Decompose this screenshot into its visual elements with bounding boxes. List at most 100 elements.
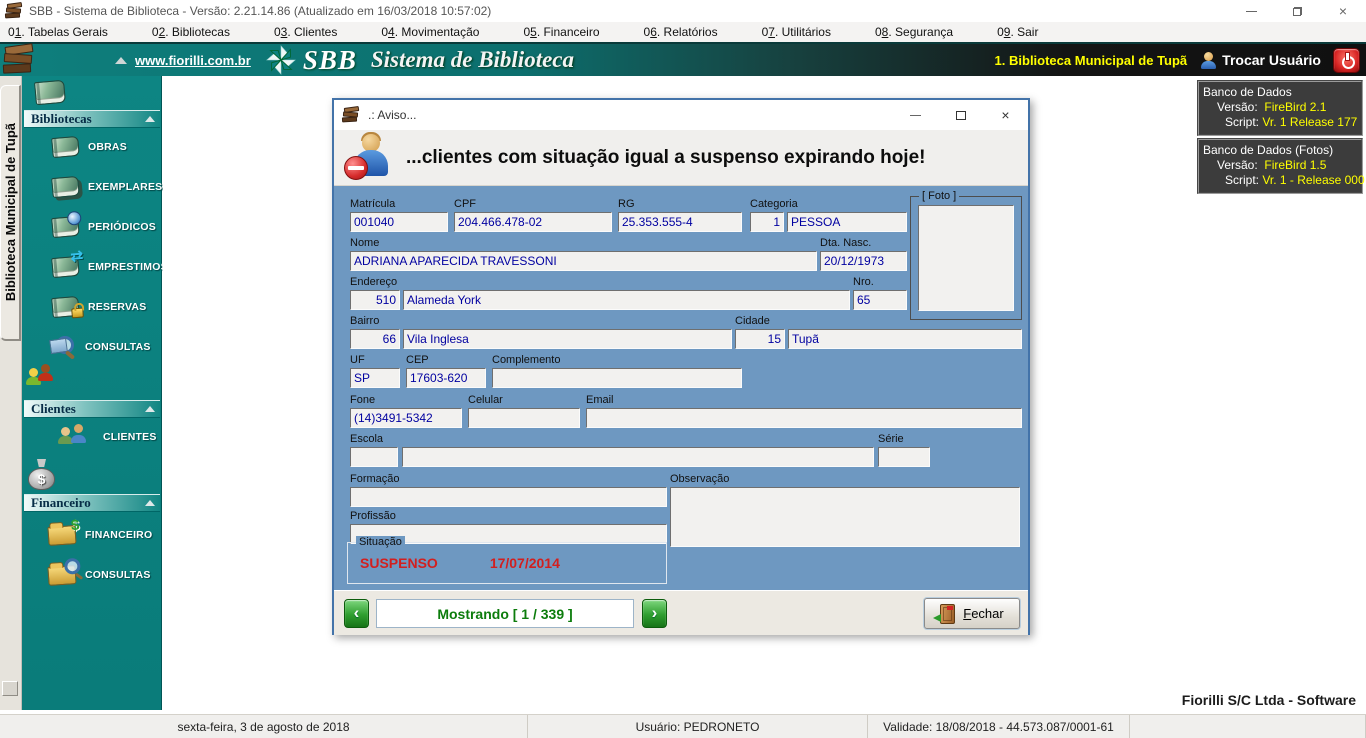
app-header: www.fiorilli.com.br SBB Sistema de Bibli… xyxy=(0,42,1366,76)
nro-field[interactable] xyxy=(853,290,907,310)
sidebar-item-consultas-financeiro[interactable]: CONSULTAS xyxy=(48,560,151,590)
two-people-icon xyxy=(56,422,94,452)
power-off-button[interactable] xyxy=(1333,48,1360,73)
sidebar-item-consultas[interactable]: CONSULTAS xyxy=(50,332,151,362)
header-books-icon xyxy=(3,45,37,75)
cidade-field[interactable] xyxy=(788,329,1022,349)
sidebar-item-emprestimos[interactable]: ⇄ EMPRESTIMOS xyxy=(52,252,168,282)
sidebar-item-obras[interactable]: OBRAS xyxy=(52,132,127,162)
collapse-sidebar-icon[interactable] xyxy=(115,57,127,64)
dialog-books-icon xyxy=(342,107,360,123)
categoria-field[interactable] xyxy=(787,212,907,232)
suspended-client-icon xyxy=(346,134,392,182)
serie-field[interactable] xyxy=(878,447,930,467)
matricula-label: Matrícula xyxy=(350,198,448,212)
dialog-title: .: Aviso... xyxy=(368,108,416,122)
user-icon xyxy=(1201,52,1216,69)
window-close-button[interactable]: × xyxy=(1320,0,1366,22)
fone-label: Fone xyxy=(350,394,462,408)
cep-field[interactable] xyxy=(406,368,486,388)
bairro-field[interactable] xyxy=(403,329,732,349)
menu-movimentacao[interactable]: 04. Movimentação xyxy=(373,25,499,39)
fiorilli-website-link[interactable]: www.fiorilli.com.br xyxy=(135,53,251,68)
celular-label: Celular xyxy=(468,394,580,408)
close-icon: × xyxy=(1339,4,1347,18)
bairro-label: Bairro xyxy=(350,315,400,329)
collapse-section-icon xyxy=(145,116,155,122)
book-icon xyxy=(51,136,80,158)
menu-seguranca[interactable]: 08. Segurança xyxy=(867,25,973,39)
dialog-minimize-button[interactable] xyxy=(893,100,938,130)
book-lock-icon xyxy=(51,296,80,318)
cidade-label: Cidade xyxy=(735,315,785,329)
fechar-button[interactable]: Fechar xyxy=(924,598,1020,629)
sidebar-item-financeiro[interactable]: $ FINANCEIRO xyxy=(48,520,152,550)
previous-record-button[interactable]: ‹ xyxy=(344,599,369,628)
minimize-icon xyxy=(910,115,921,116)
formacao-field[interactable] xyxy=(350,487,667,507)
db-script-value: Vr. 1 Release 177 xyxy=(1262,115,1357,129)
uf-field[interactable] xyxy=(350,368,400,388)
endereco-code-field[interactable] xyxy=(350,290,400,310)
fone-field[interactable] xyxy=(350,408,462,428)
book-clock-icon xyxy=(51,216,80,238)
sidebar-section-financeiro[interactable]: Financeiro xyxy=(24,494,160,512)
sidebar-section-bibliotecas[interactable]: Bibliotecas xyxy=(24,110,160,128)
menu-clientes[interactable]: 03. Clientes xyxy=(266,25,357,39)
menu-bibliotecas[interactable]: 02. Bibliotecas xyxy=(144,25,250,39)
restore-icon xyxy=(1293,7,1302,16)
serie-label: Série xyxy=(878,433,930,447)
sidebar-item-exemplares[interactable]: EXEMPLARES xyxy=(52,172,162,202)
sidebar-item-clientes[interactable]: CLIENTES xyxy=(56,422,157,452)
application-window: SBB - Sistema de Biblioteca - Versão: 2.… xyxy=(0,0,1366,738)
nome-field[interactable] xyxy=(350,251,817,271)
dialog-maximize-button[interactable] xyxy=(938,100,983,130)
current-library-label: 1. Biblioteca Municipal de Tupã xyxy=(995,53,1188,68)
profissao-label: Profissão xyxy=(350,510,667,524)
dialog-titlebar[interactable]: .: Aviso... × xyxy=(334,100,1028,130)
matricula-field[interactable] xyxy=(350,212,448,232)
lock-icon xyxy=(71,307,84,318)
celular-field[interactable] xyxy=(468,408,580,428)
menu-utilitarios[interactable]: 07. Utilitários xyxy=(754,25,851,39)
dollar-icon: $ xyxy=(70,516,80,534)
formacao-label: Formação xyxy=(350,473,667,487)
app-books-icon xyxy=(5,3,23,19)
sidebar-item-reservas[interactable]: RESERVAS xyxy=(52,292,146,322)
menu-financeiro[interactable]: 05. Financeiro xyxy=(515,25,619,39)
observacao-field[interactable] xyxy=(670,487,1020,547)
status-date: sexta-feira, 3 de agosto de 2018 xyxy=(0,715,528,738)
menu-tabelas-gerais[interactable]: 01. Tabelas Gerais xyxy=(0,25,128,39)
window-restore-button[interactable] xyxy=(1274,0,1320,22)
dta-nasc-field[interactable] xyxy=(820,251,907,271)
switch-user-button[interactable]: Trocar Usuário xyxy=(1222,52,1321,68)
rg-field[interactable] xyxy=(618,212,742,232)
escola-label: Escola xyxy=(350,433,398,447)
menu-relatorios[interactable]: 06. Relatórios xyxy=(636,25,738,39)
complemento-field[interactable] xyxy=(492,368,742,388)
sidebar-item-periodicos[interactable]: PERIÓDICOS xyxy=(52,212,156,242)
dialog-close-button[interactable]: × xyxy=(983,100,1028,130)
email-field[interactable] xyxy=(586,408,1022,428)
sidebar-section-clientes[interactable]: Clientes xyxy=(24,400,160,418)
library-vertical-tab[interactable]: Biblioteca Municipal de Tupã xyxy=(0,85,21,341)
cidade-code-field[interactable] xyxy=(735,329,785,349)
uf-label: UF xyxy=(350,354,400,368)
categoria-code-field[interactable] xyxy=(750,212,784,232)
menu-sair[interactable]: 09. Sair xyxy=(989,25,1058,39)
clients-people-icon xyxy=(26,364,62,394)
exit-door-icon xyxy=(940,604,955,624)
window-minimize-button[interactable] xyxy=(1228,0,1274,22)
escola-code-field[interactable] xyxy=(350,447,398,467)
endereco-field[interactable] xyxy=(403,290,850,310)
maximize-icon xyxy=(956,111,966,120)
sbb-pinwheel-logo-icon xyxy=(261,44,301,76)
situacao-status: SUSPENSO xyxy=(360,555,438,571)
endereco-label: Endereço xyxy=(350,276,400,290)
escola-field[interactable] xyxy=(402,447,874,467)
bairro-code-field[interactable] xyxy=(350,329,400,349)
cpf-field[interactable] xyxy=(454,212,612,232)
next-record-button[interactable]: › xyxy=(642,599,667,628)
status-user: Usuário: PEDRONETO xyxy=(528,715,868,738)
strip-grip[interactable] xyxy=(2,681,18,696)
